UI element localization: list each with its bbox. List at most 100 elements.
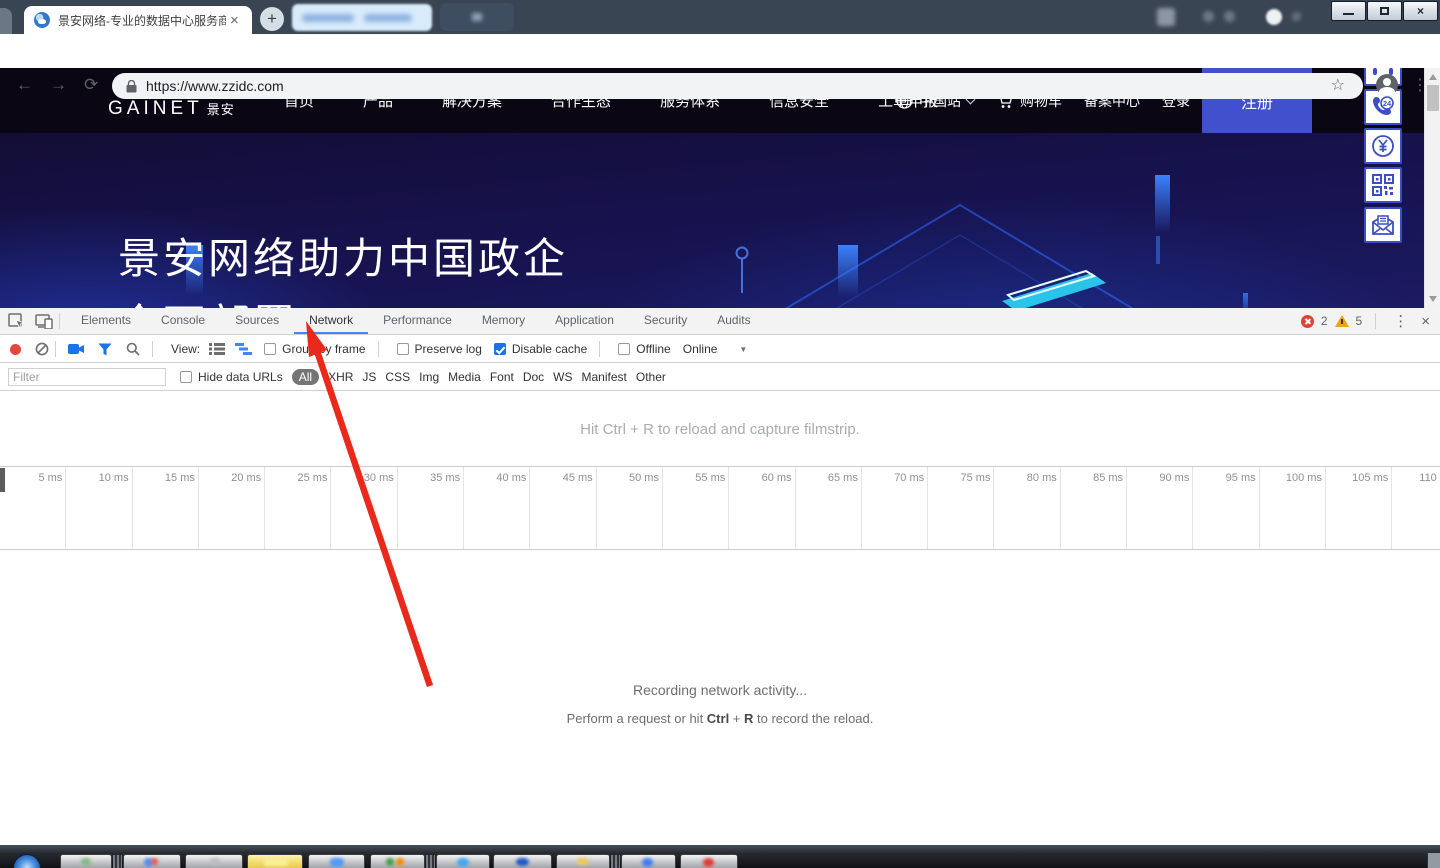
show-desktop-button[interactable]: [1427, 853, 1440, 868]
device-toolbar-icon[interactable]: [35, 314, 53, 329]
devtools-tab[interactable]: Application: [540, 308, 629, 334]
back-icon[interactable]: ←: [16, 75, 33, 95]
group-by-frame-option[interactable]: Group by frame: [264, 342, 365, 356]
console-warning-icon[interactable]: [1335, 315, 1349, 327]
new-tab-button[interactable]: +: [260, 7, 284, 31]
console-error-icon[interactable]: [1301, 315, 1314, 328]
request-type-filter[interactable]: WS: [553, 370, 572, 384]
devtools-tab[interactable]: Elements: [66, 308, 146, 334]
window-close-button[interactable]: ×: [1403, 1, 1438, 21]
taskbar-button[interactable]: [621, 854, 676, 868]
request-type-filter[interactable]: All: [292, 369, 319, 385]
taskbar-button[interactable]: [123, 854, 181, 868]
capture-screenshots-icon[interactable]: [68, 343, 84, 355]
devtools-close-icon[interactable]: ×: [1421, 313, 1430, 330]
blurred-tray-icon: [1292, 12, 1301, 21]
devtools-tab[interactable]: Performance: [368, 308, 467, 334]
request-type-filter[interactable]: Font: [490, 370, 514, 384]
scrollbar-thumb[interactable]: [1427, 85, 1439, 111]
scroll-up-arrow[interactable]: [1429, 74, 1437, 80]
recording-hint-text: Perform a request or hit Ctrl + R to rec…: [0, 711, 1440, 726]
network-toolbar: View: Group by frame Preserve log Disabl…: [0, 336, 1440, 363]
request-type-filter[interactable]: JS: [362, 370, 376, 384]
devtools-tab[interactable]: Security: [629, 308, 702, 334]
forward-icon[interactable]: →: [50, 75, 67, 95]
devtools-tab[interactable]: Console: [146, 308, 220, 334]
url-bar[interactable]: https://www.zzidc.com: [112, 73, 1363, 99]
tab-close-icon[interactable]: ×: [230, 13, 239, 28]
reload-icon[interactable]: ⟳: [84, 75, 98, 95]
blurred-window-fragment: [440, 3, 514, 31]
hide-data-urls-option[interactable]: Hide data URLs: [180, 370, 283, 384]
timeline-tick: 95 ms: [1193, 467, 1259, 549]
taskbar-button[interactable]: [185, 854, 243, 868]
price-yuan-icon[interactable]: [1364, 128, 1402, 164]
throttling-select[interactable]: Online: [683, 342, 718, 356]
invoice-mail-icon[interactable]: [1364, 207, 1402, 243]
warning-count[interactable]: 5: [1356, 314, 1363, 328]
disable-cache-option[interactable]: Disable cache: [494, 342, 587, 356]
qrcode-icon[interactable]: [1364, 167, 1402, 203]
browser-tab[interactable]: 景安网络-专业的数据中心服务商 ×: [24, 6, 252, 34]
windows-taskbar: [0, 845, 1440, 868]
request-type-filter[interactable]: Other: [636, 370, 666, 384]
devtools-tab[interactable]: Memory: [467, 308, 540, 334]
window-minimize-button[interactable]: [1331, 1, 1366, 21]
inspect-element-icon[interactable]: [8, 313, 25, 329]
recording-status-text: Recording network activity...: [0, 682, 1440, 698]
profile-avatar[interactable]: [1376, 74, 1398, 96]
request-type-filter[interactable]: XHR: [328, 370, 353, 384]
taskbar-button[interactable]: [247, 854, 303, 868]
clear-icon[interactable]: [35, 342, 49, 356]
timeline-tick: 85 ms: [1061, 467, 1127, 549]
taskbar-button[interactable]: [308, 854, 365, 868]
taskbar-button-group[interactable]: [113, 855, 122, 868]
preserve-log-option[interactable]: Preserve log: [397, 342, 482, 356]
disable-cache-checkbox[interactable]: [494, 343, 506, 355]
record-button[interactable]: [10, 344, 21, 355]
network-filter-row: Hide data URLs All XHR JS CSS Img Media Font Do…: [0, 364, 1440, 391]
filter-funnel-icon[interactable]: [98, 343, 112, 356]
scroll-down-arrow[interactable]: [1429, 296, 1437, 302]
taskbar-button-group[interactable]: [611, 855, 620, 868]
browser-menu-icon[interactable]: ⋮: [1412, 75, 1428, 95]
start-button[interactable]: [13, 854, 41, 868]
filter-input[interactable]: [8, 368, 166, 386]
request-type-filter[interactable]: Img: [419, 370, 439, 384]
waterfall-view-icon[interactable]: [235, 343, 252, 355]
devtools-tab[interactable]: Audits: [702, 308, 765, 334]
group-by-frame-checkbox[interactable]: [264, 343, 276, 355]
taskbar-button[interactable]: [370, 854, 425, 868]
bookmark-star-icon[interactable]: ☆: [1331, 75, 1345, 95]
list-view-icon[interactable]: [209, 343, 225, 355]
hide-data-urls-checkbox[interactable]: [180, 371, 192, 383]
request-type-filter[interactable]: CSS: [385, 370, 410, 384]
window-maximize-button[interactable]: [1367, 1, 1402, 21]
devtools-panel: ElementsConsoleSourcesNetworkPerformance…: [0, 308, 1440, 845]
taskbar-button[interactable]: [680, 854, 738, 868]
timeline-tick: 105 ms: [1326, 467, 1392, 549]
offline-option[interactable]: Offline: [618, 342, 670, 356]
request-type-filter[interactable]: Manifest: [582, 370, 627, 384]
blurred-bookmark-area: [292, 4, 432, 31]
network-overview-timeline[interactable]: 5 ms10 ms15 ms20 ms25 ms30 ms35 ms40 ms4…: [0, 466, 1440, 550]
filmstrip-area: Hit Ctrl + R to reload and capture films…: [0, 392, 1440, 466]
preserve-log-checkbox[interactable]: [397, 343, 409, 355]
error-count[interactable]: 2: [1321, 314, 1328, 328]
devtools-tab[interactable]: Network: [294, 308, 368, 334]
taskbar-button[interactable]: [436, 854, 490, 868]
filmstrip-hint: Hit Ctrl + R to reload and capture films…: [580, 421, 860, 438]
offline-checkbox[interactable]: [618, 343, 630, 355]
taskbar-button-group[interactable]: [426, 855, 435, 868]
request-type-filter[interactable]: Doc: [523, 370, 544, 384]
search-icon[interactable]: [126, 342, 140, 356]
throttling-dropdown-icon[interactable]: ▼: [739, 345, 747, 354]
taskbar-button[interactable]: [556, 854, 610, 868]
overview-drag-handle[interactable]: [0, 468, 5, 492]
taskbar-button[interactable]: [493, 854, 552, 868]
page-scrollbar[interactable]: [1424, 68, 1440, 308]
devtools-menu-icon[interactable]: ⋮: [1393, 312, 1408, 330]
taskbar-button[interactable]: [60, 854, 112, 868]
request-type-filter[interactable]: Media: [448, 370, 481, 384]
devtools-tab[interactable]: Sources: [220, 308, 294, 334]
